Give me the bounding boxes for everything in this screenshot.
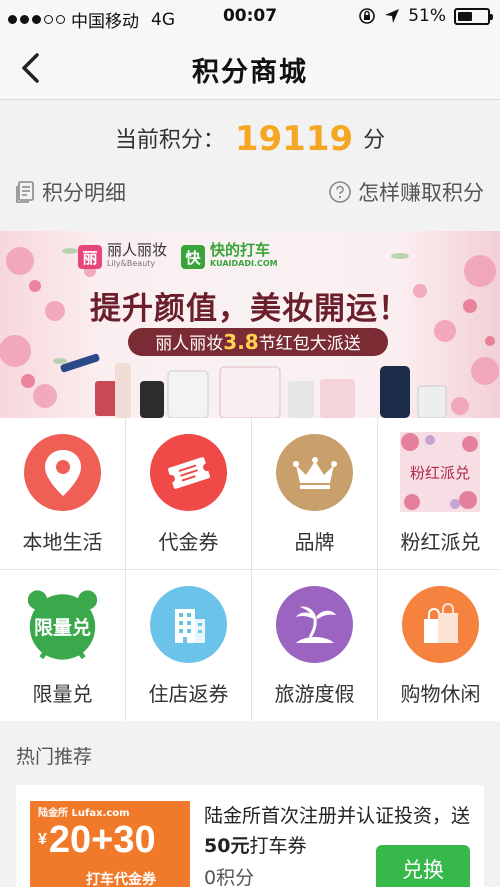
category-hotel-coupon[interactable]: 住店返券 (126, 570, 251, 721)
status-right: 51% (358, 6, 493, 26)
category-travel[interactable]: 旅游度假 (252, 570, 377, 721)
lily-beauty-logo: 丽 丽人丽妆 Lily&Beauty (78, 243, 167, 271)
item-desc-part: 陆金所首次注册并认证投资，送 (204, 805, 471, 827)
points-value: 19119 (234, 119, 354, 159)
question-circle-icon (329, 181, 351, 203)
kuaidadi-mark: 快 (181, 245, 206, 269)
battery-percent: 51% (408, 6, 446, 26)
document-icon (16, 181, 34, 203)
crown-icon (276, 434, 353, 511)
promo-banner[interactable]: 丽 丽人丽妆 Lily&Beauty 快 快的打车 KUAIDADI.COM 提升颜… (0, 231, 500, 418)
earn-points-label: 怎样赚取积分 (358, 181, 484, 205)
banner-sub-prefix: 丽人丽妆 (155, 334, 224, 354)
category-label: 本地生活 (22, 530, 103, 554)
category-pink-exchange[interactable]: 粉红派兑 粉红派兑 (378, 418, 500, 569)
thumb-subtitle: 打车代金券 (86, 872, 156, 887)
item-desc-part: 打车券 (249, 835, 307, 857)
category-label: 代金券 (158, 530, 219, 554)
section-title: 热门推荐 (16, 746, 93, 768)
category-limited-exchange[interactable]: 限量兑 限量兑 (0, 570, 125, 721)
battery-fill (458, 11, 473, 21)
battery-icon (454, 7, 493, 25)
points-panel: 当前积分： 19119 分 积分明细 怎样赚取积分 (0, 101, 500, 229)
pink-exchange-image: 粉红派兑 (400, 432, 480, 512)
category-grid: 本地生活 代金券 品牌 粉红派兑 粉红派兑 限量兑 限量兑 住店返券 旅游度假 … (0, 418, 500, 721)
points-detail-label: 积分明细 (42, 181, 126, 205)
status-bar: 中国移动 4G 00:07 51% (0, 0, 500, 36)
banner-headline: 提升颜值，美妆開运！ (90, 291, 410, 327)
navigation-bar: 积分商城 (0, 36, 500, 100)
thumb-amount: ¥20+30 (38, 819, 156, 862)
category-label: 限量兑 (32, 682, 93, 706)
page-title: 积分商城 (192, 57, 308, 88)
points-unit: 分 (363, 128, 386, 153)
points-label: 当前积分： (114, 128, 225, 153)
thumb-brand: 陆金所 Lufax.com (38, 808, 130, 819)
category-shopping[interactable]: 购物休闲 (378, 570, 500, 721)
kuaidadi-logo: 快 快的打车 KUAIDADI.COM (181, 243, 278, 271)
pink-exchange-text: 粉红派兑 (409, 464, 470, 482)
thumb-currency: ¥ (38, 831, 47, 848)
item-points: 0积分 (204, 867, 255, 887)
current-points: 当前积分： 19119 分 (0, 119, 500, 159)
hotel-building-icon (150, 586, 227, 663)
shopping-bags-icon (402, 586, 479, 663)
banner-sub-highlight: 3.8 (223, 330, 259, 354)
category-label: 粉红派兑 (400, 530, 481, 554)
cosmetics-products-icon (60, 353, 447, 418)
category-local-life[interactable]: 本地生活 (0, 418, 125, 569)
category-label: 住店返券 (148, 682, 229, 706)
recommend-item[interactable]: 陆金所 Lufax.com ¥20+30 打车代金券 陆金所首次注册并认证投资，… (16, 785, 484, 887)
rotation-lock-icon (359, 8, 376, 24)
points-detail-link[interactable]: 积分明细 (14, 177, 126, 207)
thumb-amount-value: 20+30 (48, 819, 156, 861)
kuaidadi-en: KUAIDADI.COM (210, 259, 278, 268)
earn-points-link[interactable]: 怎样赚取积分 (328, 177, 484, 207)
palm-island-icon (276, 586, 353, 663)
hot-recommend-section: 热门推荐 陆金所 Lufax.com ¥20+30 打车代金券 陆金所首次注册并… (0, 722, 500, 887)
item-thumbnail: 陆金所 Lufax.com ¥20+30 打车代金券 (30, 801, 190, 887)
category-label: 品牌 (294, 530, 335, 554)
alarm-clock-icon: 限量兑 (24, 586, 101, 663)
item-desc-bold: 50元 (204, 835, 250, 857)
lily-beauty-en: Lily&Beauty (107, 259, 156, 268)
category-brand[interactable]: 品牌 (252, 418, 377, 569)
category-label: 旅游度假 (274, 682, 355, 706)
limited-exchange-text: 限量兑 (33, 617, 91, 639)
banner-logos: 丽 丽人丽妆 Lily&Beauty 快 快的打车 KUAIDADI.COM (78, 243, 278, 271)
location-pin-icon (24, 434, 101, 511)
category-voucher[interactable]: 代金券 (126, 418, 251, 569)
location-arrow-icon (385, 9, 400, 23)
banner-subline: 丽人丽妆3.8节红包大派送 (128, 328, 388, 356)
exchange-button[interactable]: 兑换 (376, 845, 470, 887)
category-label: 购物休闲 (400, 682, 481, 706)
lily-beauty-mark: 丽 (78, 245, 102, 269)
banner-sub-suffix: 节红包大派送 (258, 334, 361, 354)
ticket-icon (150, 434, 227, 511)
